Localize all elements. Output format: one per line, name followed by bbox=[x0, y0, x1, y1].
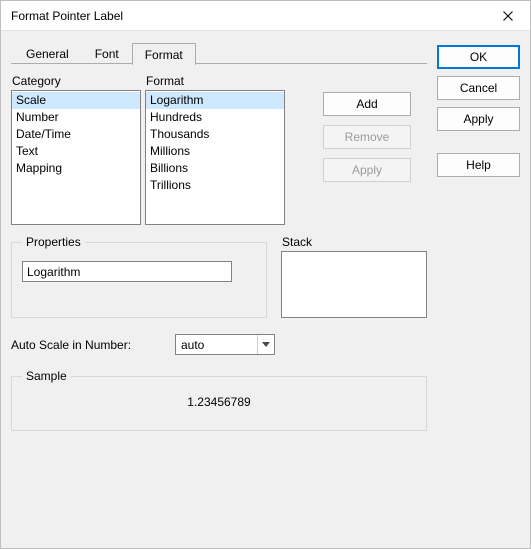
list-item[interactable]: Scale bbox=[12, 92, 140, 109]
format-column: Format LogarithmHundredsThousandsMillion… bbox=[145, 74, 285, 225]
category-listbox[interactable]: ScaleNumberDate/TimeTextMapping bbox=[11, 90, 141, 225]
list-item[interactable]: Logarithm bbox=[146, 92, 284, 109]
button-label: Remove bbox=[345, 130, 390, 144]
apply-button[interactable]: Apply bbox=[437, 107, 520, 131]
properties-stack-row: Properties Stack bbox=[11, 235, 427, 318]
main-column: General Font Format Category ScaleNumber… bbox=[11, 41, 437, 538]
stack-listbox[interactable] bbox=[281, 251, 427, 318]
add-button[interactable]: Add bbox=[323, 92, 411, 116]
list-item[interactable]: Millions bbox=[146, 143, 284, 160]
combo-value: auto bbox=[176, 338, 257, 352]
tab-label: General bbox=[26, 47, 69, 61]
properties-legend: Properties bbox=[22, 235, 85, 249]
format-listbox[interactable]: LogarithmHundredsThousandsMillionsBillio… bbox=[145, 90, 285, 225]
button-label: Apply bbox=[352, 163, 382, 177]
autoscale-row: Auto Scale in Number: auto bbox=[11, 334, 427, 355]
category-label: Category bbox=[11, 74, 141, 88]
cancel-button[interactable]: Cancel bbox=[437, 76, 520, 100]
title-bar: Format Pointer Label bbox=[1, 1, 530, 31]
dialog-window: Format Pointer Label General Font Format bbox=[0, 0, 531, 549]
sample-group: Sample 1.23456789 bbox=[11, 369, 427, 431]
list-item[interactable]: Trillions bbox=[146, 177, 284, 194]
tab-body-format: Category ScaleNumberDate/TimeTextMapping… bbox=[11, 64, 427, 538]
sample-legend: Sample bbox=[22, 369, 71, 383]
tab-font[interactable]: Font bbox=[82, 43, 132, 64]
help-button[interactable]: Help bbox=[437, 153, 520, 177]
tab-strip: General Font Format bbox=[11, 41, 427, 64]
button-label: OK bbox=[470, 50, 487, 64]
spacer bbox=[437, 138, 520, 146]
close-icon bbox=[503, 11, 513, 21]
list-item[interactable]: Mapping bbox=[12, 160, 140, 177]
apply-format-button: Apply bbox=[323, 158, 411, 182]
stack-column: Stack bbox=[281, 235, 427, 318]
list-item[interactable]: Thousands bbox=[146, 126, 284, 143]
sample-value: 1.23456789 bbox=[187, 395, 250, 409]
button-label: Cancel bbox=[460, 81, 497, 95]
tab-format[interactable]: Format bbox=[132, 43, 196, 65]
button-label: Add bbox=[356, 97, 377, 111]
ok-button[interactable]: OK bbox=[437, 45, 520, 69]
combo-dropdown-button[interactable] bbox=[257, 335, 274, 354]
window-title: Format Pointer Label bbox=[11, 9, 485, 23]
properties-input[interactable] bbox=[22, 261, 232, 282]
close-button[interactable] bbox=[485, 1, 530, 31]
right-button-column: OK Cancel Apply Help bbox=[437, 41, 520, 538]
list-buttons: Add Remove Apply bbox=[323, 74, 411, 225]
button-label: Help bbox=[466, 158, 491, 172]
chevron-down-icon bbox=[262, 342, 270, 347]
list-item[interactable]: Number bbox=[12, 109, 140, 126]
autoscale-combo[interactable]: auto bbox=[175, 334, 275, 355]
client-area: General Font Format Category ScaleNumber… bbox=[1, 31, 530, 548]
lists-row: Category ScaleNumberDate/TimeTextMapping… bbox=[11, 74, 427, 225]
button-label: Apply bbox=[463, 112, 493, 126]
tab-underline bbox=[11, 63, 427, 64]
category-column: Category ScaleNumberDate/TimeTextMapping bbox=[11, 74, 141, 225]
tab-label: Font bbox=[95, 47, 119, 61]
list-item[interactable]: Hundreds bbox=[146, 109, 284, 126]
tab-general[interactable]: General bbox=[13, 43, 82, 64]
tab-label: Format bbox=[145, 48, 183, 62]
properties-group: Properties bbox=[11, 235, 267, 318]
remove-button: Remove bbox=[323, 125, 411, 149]
autoscale-label: Auto Scale in Number: bbox=[11, 338, 161, 352]
format-label: Format bbox=[145, 74, 285, 88]
stack-label: Stack bbox=[281, 235, 427, 249]
list-item[interactable]: Date/Time bbox=[12, 126, 140, 143]
list-item[interactable]: Billions bbox=[146, 160, 284, 177]
list-item[interactable]: Text bbox=[12, 143, 140, 160]
